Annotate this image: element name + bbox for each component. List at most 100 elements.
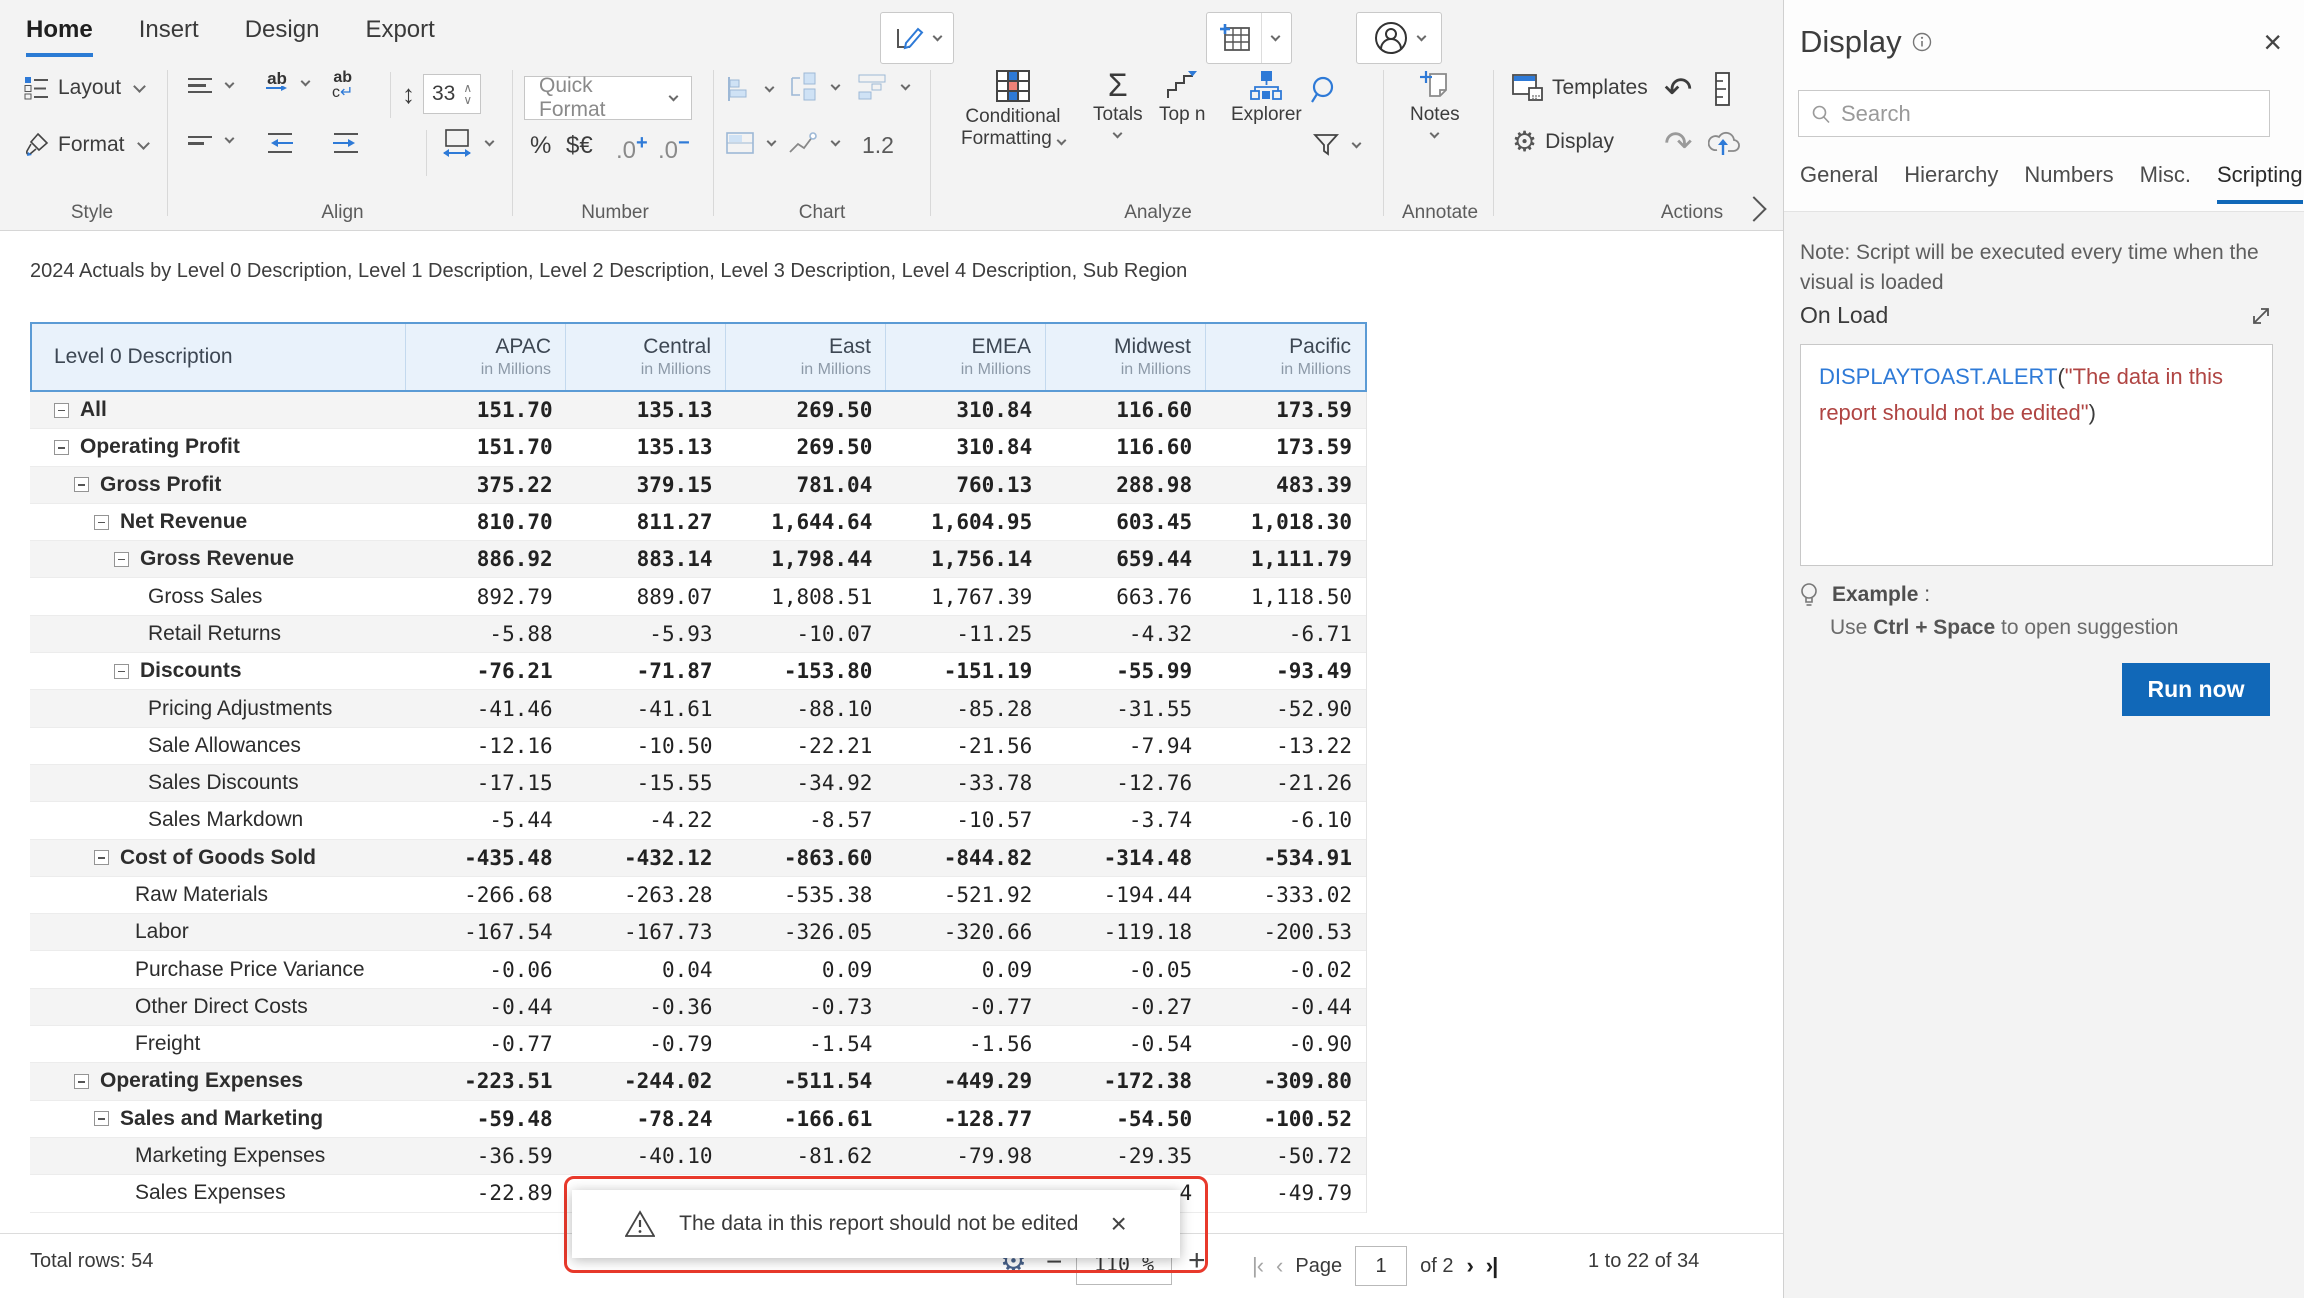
column-header-emea[interactable]: EMEAin Millions (885, 324, 1045, 390)
ribbon-tab-insert[interactable]: Insert (139, 16, 199, 57)
search-tool-button[interactable] (1309, 74, 1341, 106)
layout-button[interactable]: Layout (24, 76, 144, 100)
totals-button[interactable]: Σ Totals (1093, 70, 1143, 137)
decrease-decimals-button[interactable]: .0− (658, 132, 690, 165)
format-button[interactable]: Format (24, 132, 148, 158)
collapse-icon[interactable] (74, 477, 89, 492)
table-row-freight[interactable]: Freight-0.77-0.79-1.54-1.56-0.54-0.90 (30, 1026, 1366, 1063)
waterfall-chart-button[interactable] (858, 74, 909, 100)
currency-format-button[interactable]: $€ (566, 132, 593, 160)
increase-indent-button[interactable] (332, 132, 360, 154)
display-settings-button[interactable]: ⚙ Display (1512, 128, 1614, 156)
row-height-stepper[interactable]: 33 ∧∨ (423, 74, 481, 114)
table-row-cost-of-goods-sold[interactable]: Cost of Goods Sold-435.48-432.12-863.60-… (30, 840, 1366, 877)
collapse-icon[interactable] (94, 515, 109, 530)
panel-tab-hierarchy[interactable]: Hierarchy (1904, 162, 1998, 204)
table-row-sale-allowances[interactable]: Sale Allowances-12.16-10.50-22.21-21.56-… (30, 728, 1366, 765)
table-row-marketing-expenses[interactable]: Marketing Expenses-36.59-40.10-81.62-79.… (30, 1138, 1366, 1175)
column-header-pacific[interactable]: Pacificin Millions (1205, 324, 1365, 390)
table-row-gross-profit[interactable]: Gross Profit375.22379.15781.04760.13288.… (30, 467, 1366, 504)
column-header-central[interactable]: Centralin Millions (565, 324, 725, 390)
table-row-sales-markdown[interactable]: Sales Markdown-5.44-4.22-8.57-10.57-3.74… (30, 802, 1366, 839)
cell-midwest: -4.32 (1046, 622, 1206, 646)
table-row-purchase-price-variance[interactable]: Purchase Price Variance-0.060.040.090.09… (30, 951, 1366, 988)
table-row-operating-expenses[interactable]: Operating Expenses-223.51-244.02-511.54-… (30, 1063, 1366, 1100)
notes-button[interactable]: Notes (1410, 70, 1460, 137)
row-header-cell[interactable]: Level 0 Description (32, 324, 405, 390)
table-style-button[interactable] (726, 132, 775, 154)
row-height-control[interactable]: ↕ 33 ∧∨ (402, 74, 481, 114)
text-wrap-button[interactable]: abc↵ (332, 70, 353, 100)
column-header-east[interactable]: Eastin Millions (725, 324, 885, 390)
panel-close-icon[interactable]: × (2263, 26, 2282, 58)
script-editor[interactable]: DISPLAYTOAST.ALERT("The data in this rep… (1800, 344, 2273, 566)
table-row-pricing-adjustments[interactable]: Pricing Adjustments-41.46-41.61-88.10-85… (30, 690, 1366, 727)
undo-button[interactable]: ↶ (1664, 70, 1693, 110)
percent-format-button[interactable]: % (530, 132, 551, 160)
collapse-icon[interactable] (94, 850, 109, 865)
panel-tab-scripting[interactable]: Scripting (2217, 162, 2303, 204)
stepper-chevrons-icon[interactable]: ∧∨ (463, 83, 472, 105)
quick-format-select[interactable]: Quick Format (524, 76, 692, 120)
previous-page-button[interactable]: ‹ (1276, 1253, 1282, 1279)
table-row-retail-returns[interactable]: Retail Returns-5.88-5.93-10.07-11.25-4.3… (30, 616, 1366, 653)
ribbon-tab-design[interactable]: Design (245, 16, 320, 57)
expand-editor-icon[interactable] (2250, 305, 2272, 327)
column-header-midwest[interactable]: Midwestin Millions (1045, 324, 1205, 390)
table-row-net-revenue[interactable]: Net Revenue810.70811.271,644.641,604.956… (30, 504, 1366, 541)
collapse-icon[interactable] (114, 552, 129, 567)
next-page-button[interactable]: › (1466, 1253, 1472, 1279)
collapse-icon[interactable] (54, 440, 69, 455)
table-row-gross-sales[interactable]: Gross Sales892.79889.071,808.511,767.396… (30, 578, 1366, 615)
line-chart-button[interactable] (788, 130, 839, 156)
add-visual-button[interactable] (1206, 12, 1292, 64)
panel-search-box[interactable] (1798, 90, 2270, 137)
zoom-in-button[interactable]: + (1188, 1244, 1206, 1278)
panel-tab-misc[interactable]: Misc. (2140, 162, 2191, 204)
table-row-discounts[interactable]: Discounts-76.21-71.87-153.80-151.19-55.9… (30, 653, 1366, 690)
hierarchy-chart-button[interactable] (788, 72, 839, 102)
table-row-all[interactable]: All151.70135.13269.50310.84116.60173.59 (30, 392, 1366, 429)
panel-tab-general[interactable]: General (1800, 162, 1878, 204)
ribbon-tab-home[interactable]: Home (26, 16, 93, 57)
cloud-upload-button[interactable] (1708, 128, 1742, 156)
page-number-input[interactable] (1355, 1246, 1407, 1286)
table-row-sales-discounts[interactable]: Sales Discounts-17.15-15.55-34.92-33.78-… (30, 765, 1366, 802)
decimal-places-button[interactable]: 1.2 (862, 132, 894, 159)
table-row-operating-profit[interactable]: Operating Profit151.70135.13269.50310.84… (30, 429, 1366, 466)
top-n-button[interactable]: Top n (1159, 70, 1205, 126)
table-row-gross-revenue[interactable]: Gross Revenue886.92883.141,798.441,756.1… (30, 541, 1366, 578)
vertical-align-button[interactable] (188, 78, 233, 93)
decrease-indent-button[interactable] (266, 132, 294, 154)
conditional-formatting-button[interactable]: ConditionalFormatting (961, 70, 1065, 150)
search-input[interactable] (1841, 101, 2257, 127)
explorer-button[interactable]: Explorer (1231, 70, 1302, 126)
table-row-sales-and-marketing[interactable]: Sales and Marketing-59.48-78.24-166.61-1… (30, 1101, 1366, 1138)
panel-tab-numbers[interactable]: Numbers (2024, 162, 2113, 204)
table-row-other-direct-costs[interactable]: Other Direct Costs-0.44-0.36-0.73-0.77-0… (30, 989, 1366, 1026)
first-page-button[interactable]: |‹ (1252, 1253, 1263, 1279)
edit-mode-button[interactable] (880, 12, 954, 64)
info-icon[interactable] (1912, 32, 1932, 52)
redo-button[interactable]: ↷ (1664, 124, 1693, 164)
increase-decimals-button[interactable]: .0+ (616, 132, 648, 165)
text-overflow-button[interactable]: ab (266, 72, 309, 94)
collapse-icon[interactable] (114, 664, 129, 679)
filter-button[interactable] (1313, 132, 1360, 158)
toast-close-icon[interactable]: × (1110, 1210, 1126, 1238)
collapse-icon[interactable] (94, 1111, 109, 1126)
ribbon-tab-export[interactable]: Export (365, 16, 434, 57)
horizontal-align-button[interactable] (188, 136, 233, 145)
user-presence-button[interactable] (1356, 12, 1442, 64)
collapse-icon[interactable] (54, 403, 69, 418)
run-now-button[interactable]: Run now (2122, 663, 2270, 716)
table-row-raw-materials[interactable]: Raw Materials-266.68-263.28-535.38-521.9… (30, 877, 1366, 914)
bar-chart-button[interactable] (726, 76, 773, 102)
collapse-icon[interactable] (74, 1074, 89, 1089)
column-header-apac[interactable]: APACin Millions (405, 324, 565, 390)
column-width-button[interactable] (442, 128, 493, 158)
last-page-button[interactable]: ›| (1486, 1253, 1497, 1279)
templates-button[interactable]: Templates (1512, 74, 1648, 102)
ruler-button[interactable] (1714, 72, 1732, 106)
table-row-labor[interactable]: Labor-167.54-167.73-326.05-320.66-119.18… (30, 914, 1366, 951)
